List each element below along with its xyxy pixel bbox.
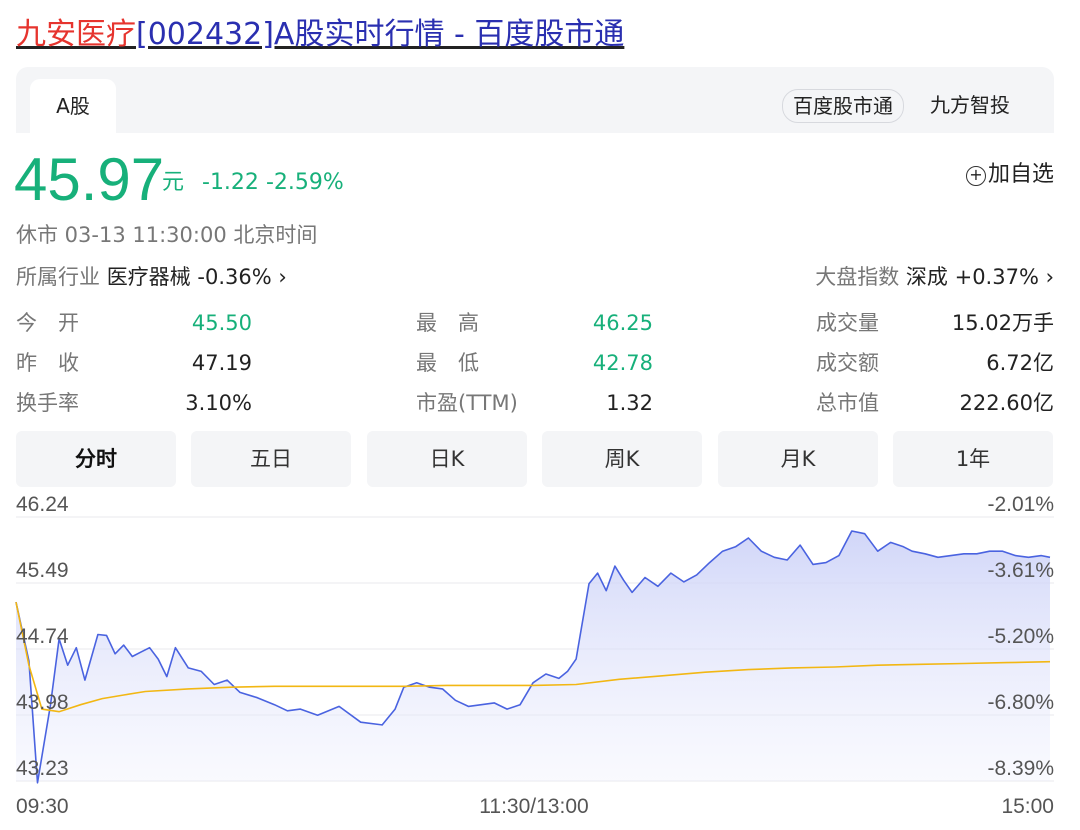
- y-left-tick: 44.74: [16, 625, 69, 648]
- index-label: 大盘指数: [815, 265, 900, 289]
- volume-value: 15.02万手: [951, 311, 1054, 335]
- market-tabbar: A股 百度股市通 九方智投: [16, 67, 1054, 133]
- change-percent: -2.59%: [265, 170, 344, 195]
- y-right-tick: -8.39%: [987, 757, 1054, 780]
- market-cap-value: 222.60亿: [959, 391, 1054, 415]
- add-watchlist-label: 加自选: [987, 162, 1054, 187]
- turnover-rate-label: 换手率: [16, 391, 79, 415]
- x-tick: 09:30: [16, 795, 69, 818]
- source-jiufang-button[interactable]: 九方智投: [930, 89, 1010, 121]
- industry-name: 医疗器械: [106, 265, 191, 289]
- price-unit: 元: [162, 170, 185, 195]
- y-right-tick: -6.80%: [987, 691, 1054, 714]
- current-price: 45.97: [14, 146, 165, 213]
- low-label: 最 低: [416, 351, 479, 375]
- intraday-chart[interactable]: 46.24 -2.01% 45.49 -3.61% 44.74 -5.20% 43.98 -6…: [0, 495, 1080, 830]
- tab-five-day[interactable]: 五日: [191, 431, 351, 487]
- price-area: [16, 531, 1050, 783]
- market-cap-label: 总市值: [816, 391, 879, 415]
- change-amount: -1.22: [202, 170, 259, 195]
- pe-value: 1.32: [606, 391, 653, 415]
- industry-link[interactable]: 所属行业 医疗器械 -0.36% ›: [16, 260, 287, 294]
- index-change: +0.37%: [954, 265, 1039, 289]
- x-tick: 15:00: [1001, 795, 1054, 818]
- high-value: 46.25: [592, 311, 653, 335]
- y-right-tick: -3.61%: [987, 559, 1054, 582]
- x-tick: 11:30/13:00: [479, 795, 588, 818]
- page-title-rest[interactable]: [002432]A股实时行情 - 百度股市通: [136, 17, 624, 52]
- chevron-right-icon: ›: [1045, 265, 1054, 289]
- index-link[interactable]: 大盘指数 深成 +0.37% ›: [815, 260, 1054, 294]
- y-left-tick: 45.49: [16, 559, 69, 582]
- industry-label: 所属行业: [16, 265, 100, 289]
- market-status: 休市 03-13 11:30:00 北京时间: [16, 223, 318, 247]
- open-value: 45.50: [191, 311, 252, 335]
- industry-change: -0.36%: [197, 265, 272, 289]
- amount-label: 成交额: [816, 351, 879, 375]
- volume-label: 成交量: [816, 311, 879, 335]
- y-right-tick: -2.01%: [987, 495, 1054, 516]
- period-tabs: 分时 五日 日K 周K 月K 1年: [16, 431, 1054, 487]
- tab-weekly-k[interactable]: 周K: [542, 431, 702, 487]
- y-left-tick: 46.24: [16, 495, 69, 516]
- tab-intraday[interactable]: 分时: [16, 431, 176, 487]
- index-name: 深成: [905, 265, 948, 289]
- low-value: 42.78: [592, 351, 653, 375]
- high-label: 最 高: [416, 311, 479, 335]
- add-circle-icon: +: [965, 166, 986, 186]
- tab-monthly-k[interactable]: 月K: [718, 431, 878, 487]
- prev-close-label: 昨 收: [16, 351, 79, 375]
- tab-daily-k[interactable]: 日K: [367, 431, 527, 487]
- tab-a-share[interactable]: A股: [30, 79, 116, 133]
- prev-close-value: 47.19: [191, 351, 252, 375]
- amount-value: 6.72亿: [986, 351, 1054, 375]
- stock-name[interactable]: 九安医疗: [16, 17, 136, 52]
- price-change: -1.22 -2.59%: [202, 166, 344, 200]
- y-left-tick: 43.98: [16, 691, 69, 714]
- chevron-right-icon: ›: [278, 265, 287, 289]
- open-label: 今 开: [16, 311, 79, 335]
- turnover-rate-value: 3.10%: [185, 391, 252, 415]
- add-watchlist-button[interactable]: + 加自选: [965, 158, 1054, 192]
- pe-label: 市盈(TTM): [416, 391, 518, 415]
- y-left-tick: 43.23: [16, 757, 69, 780]
- y-right-tick: -5.20%: [987, 625, 1054, 648]
- source-baidu-button[interactable]: 百度股市通: [782, 89, 904, 123]
- page-title-link[interactable]: 九安医疗[002432]A股实时行情 - 百度股市通: [16, 12, 624, 58]
- tab-one-year[interactable]: 1年: [893, 431, 1053, 487]
